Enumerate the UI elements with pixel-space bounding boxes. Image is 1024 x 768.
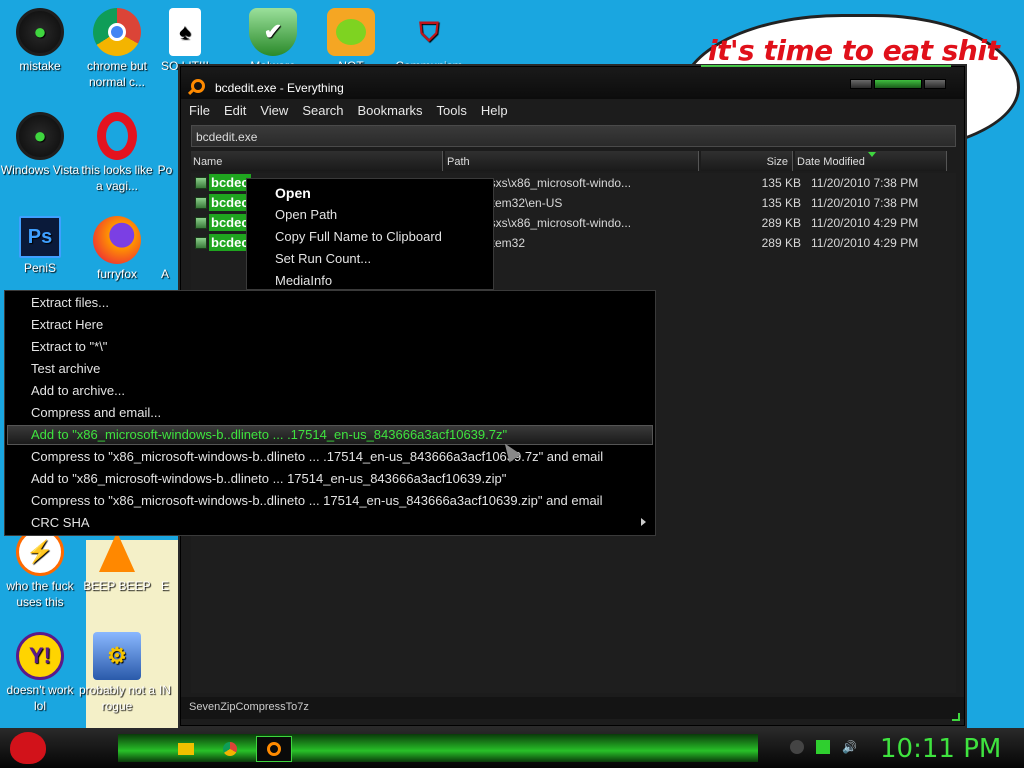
generic-icon [150, 632, 180, 680]
window-controls [850, 79, 946, 89]
desktop-icon-lightning[interactable]: ⚡ who the fuck uses this [0, 528, 80, 610]
file-icon [195, 237, 207, 249]
submenu-arrow-icon [641, 518, 646, 526]
file-icon [195, 217, 207, 229]
angry-pig-icon [327, 8, 375, 56]
minimize-button[interactable] [850, 79, 872, 89]
razer-icon: ● [16, 8, 64, 56]
taskbar: 🔊 10:11 PM [0, 728, 1024, 768]
menu-item-add-to-archive[interactable]: Add to archive... [31, 383, 125, 398]
chevron-icon[interactable] [790, 740, 804, 754]
desktop-icon-e[interactable]: E [150, 528, 180, 594]
menu-help[interactable]: Help [481, 103, 508, 121]
menu-tools[interactable]: Tools [437, 103, 467, 121]
status-bar: SevenZipCompressTo7z [181, 697, 964, 719]
menu-item-compress-zip-email[interactable]: Compress to "x86_microsoft-windows-b..dl… [31, 493, 602, 508]
folder-icon [178, 743, 194, 755]
shield-icon: ✔ [249, 8, 297, 56]
desktop-icon-rogue[interactable]: ⚙ probably not a rogue [77, 632, 157, 714]
menu-file[interactable]: File [189, 103, 210, 121]
desktop-icon-vlc[interactable]: BEEP BEEP [77, 528, 157, 594]
volume-icon[interactable]: 🔊 [842, 740, 857, 754]
resize-grip[interactable] [952, 713, 960, 721]
menu-item-set-run-count[interactable]: Set Run Count... [275, 251, 371, 266]
system-tray: 🔊 [790, 740, 857, 754]
desktop-icon-yahoo[interactable]: Y! doesn't work lol [0, 632, 80, 714]
sort-arrow-icon [868, 152, 876, 157]
yahoo-messenger-icon: Y! [16, 632, 64, 680]
start-button[interactable] [10, 732, 46, 764]
menu-item-add-to-7z[interactable]: Add to "x86_microsoft-windows-b..dlineto… [31, 427, 507, 442]
firefox-icon [93, 216, 141, 264]
window-title: bcdedit.exe - Everything [215, 81, 344, 95]
generic-icon [150, 112, 180, 160]
menu-bookmarks[interactable]: Bookmarks [358, 103, 423, 121]
desktop-icon-firefox[interactable]: furryfox [77, 216, 157, 282]
solitaire-icon: ♠ [169, 8, 201, 56]
desktop-icon-chrome[interactable]: chrome but normal c... [77, 8, 157, 90]
menu-search[interactable]: Search [302, 103, 343, 121]
menu-item-mediainfo[interactable]: MediaInfo [275, 273, 332, 288]
desktop-icon-not[interactable]: NOT [311, 8, 391, 70]
search-icon [191, 79, 205, 93]
menu-item-open-path[interactable]: Open Path [275, 207, 337, 222]
taskbar-chrome-button[interactable] [212, 736, 248, 762]
desktop-icon-a[interactable]: A [150, 216, 180, 282]
maximize-button[interactable] [874, 79, 922, 89]
desktop-icon-opera[interactable]: this looks like a vagi... [77, 112, 157, 194]
chrome-icon [223, 742, 237, 756]
photoshop-icon: Ps [19, 216, 61, 258]
file-icon [195, 197, 207, 209]
menu-item-extract-to[interactable]: Extract to "*\" [31, 339, 107, 354]
desktop-icon-mistake[interactable]: ● mistake [0, 8, 80, 74]
desktop-icon-communism[interactable]: ⛉ Communism [389, 8, 469, 70]
menu-item-test-archive[interactable]: Test archive [31, 361, 100, 376]
emblem-icon: ⛉ [419, 17, 439, 47]
network-icon[interactable] [816, 740, 830, 754]
title-bar[interactable]: bcdedit.exe - Everything [181, 67, 964, 99]
taskbar-everything-button[interactable] [256, 736, 292, 762]
generic-icon [150, 216, 180, 264]
context-menu: Open Open Path Copy Full Name to Clipboa… [246, 178, 494, 290]
column-header-path[interactable]: Path [445, 151, 699, 171]
close-button[interactable] [924, 79, 946, 89]
desktop-icon-malware[interactable]: ✔ Malware [233, 8, 313, 70]
column-header-size[interactable]: Size [701, 151, 793, 171]
speech-bubble-text: it's time to eat shit [708, 34, 1000, 67]
search-input[interactable]: bcdedit.exe [191, 125, 956, 147]
desktop-icon-in[interactable]: IN [150, 632, 180, 698]
menu-item-add-to-zip[interactable]: Add to "x86_microsoft-windows-b..dlineto… [31, 471, 506, 486]
desktop-icon-windows-vista[interactable]: ● Windows Vista [0, 112, 80, 178]
menu-view[interactable]: View [260, 103, 288, 121]
chrome-icon [93, 8, 141, 56]
menu-item-extract-here[interactable]: Extract Here [31, 317, 103, 332]
gears-icon: ⚙ [93, 632, 141, 680]
menu-edit[interactable]: Edit [224, 103, 246, 121]
menu-item-copy-full-name[interactable]: Copy Full Name to Clipboard [275, 229, 442, 244]
desktop-icon-solitaire[interactable]: ♠ SO LIT!!! [155, 8, 215, 70]
desktop-icon-photoshop[interactable]: Ps PeniS [0, 216, 80, 276]
column-headers: Name Path Size Date Modified [191, 151, 956, 171]
desktop-icon-po[interactable]: Po [150, 112, 180, 178]
clock[interactable]: 10:11 PM [880, 734, 1001, 764]
menu-item-extract-files[interactable]: Extract files... [31, 295, 109, 310]
file-icon [195, 177, 207, 189]
menu-item-open[interactable]: Open [275, 185, 311, 201]
search-icon [267, 742, 281, 756]
menu-bar: File Edit View Search Bookmarks Tools He… [189, 103, 508, 121]
taskbar-explorer-button[interactable] [168, 736, 204, 762]
menu-item-crc-sha[interactable]: CRC SHA [31, 515, 90, 530]
7zip-submenu: Extract files... Extract Here Extract to… [4, 290, 656, 536]
opera-icon [97, 112, 137, 160]
column-header-name[interactable]: Name [191, 151, 443, 171]
razer-icon: ● [16, 112, 64, 160]
menu-item-compress-and-email[interactable]: Compress and email... [31, 405, 161, 420]
